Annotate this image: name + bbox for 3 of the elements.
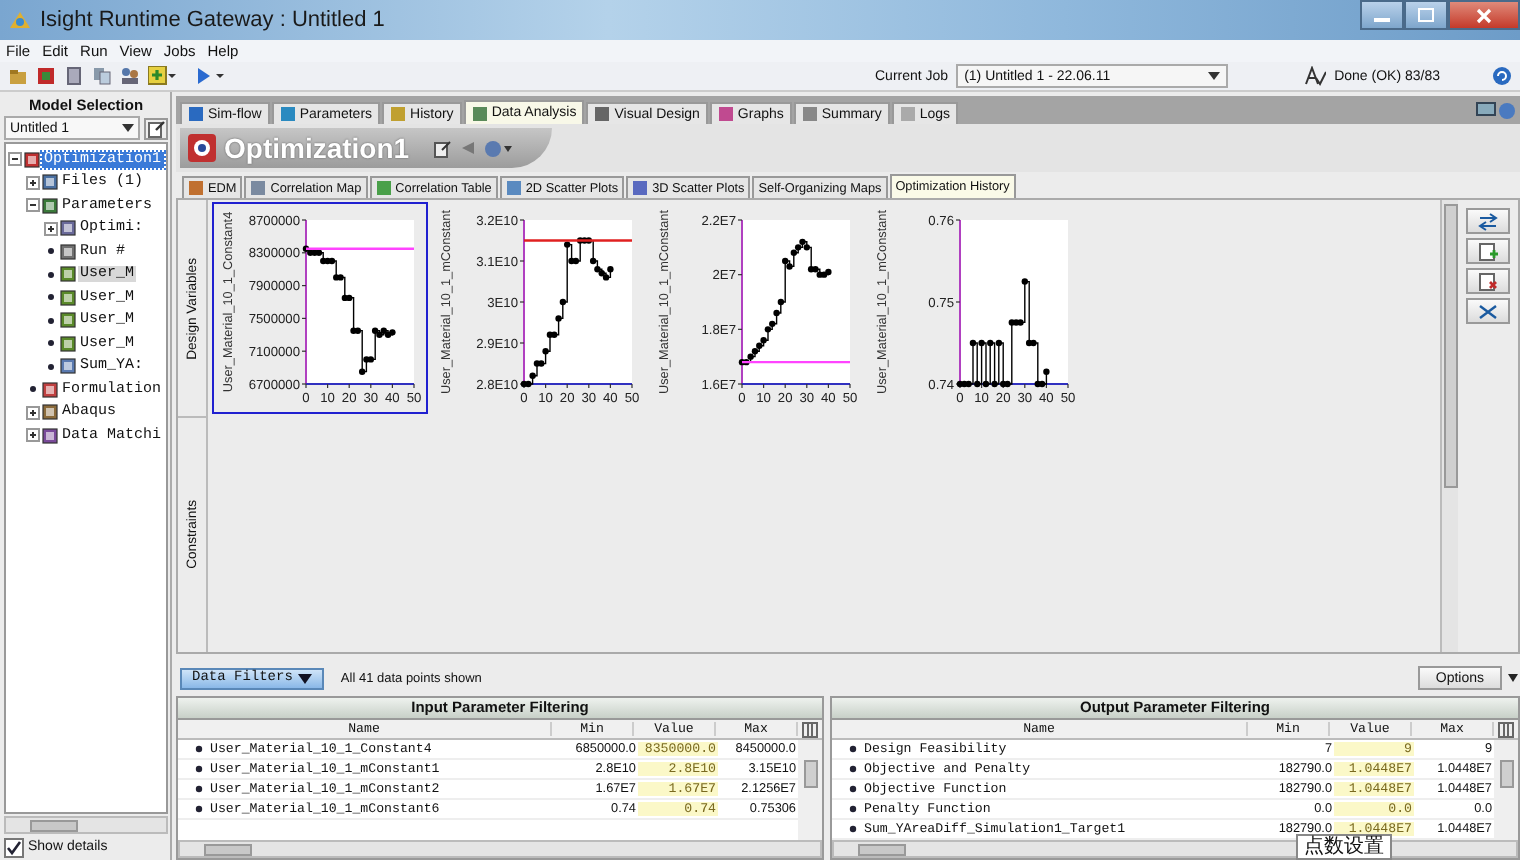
tooltip: 点数设置 (1296, 834, 1392, 860)
window-title: Isight Runtime Gateway : Untitled 1 (40, 8, 385, 32)
component-title: Optimization1 (224, 132, 410, 164)
